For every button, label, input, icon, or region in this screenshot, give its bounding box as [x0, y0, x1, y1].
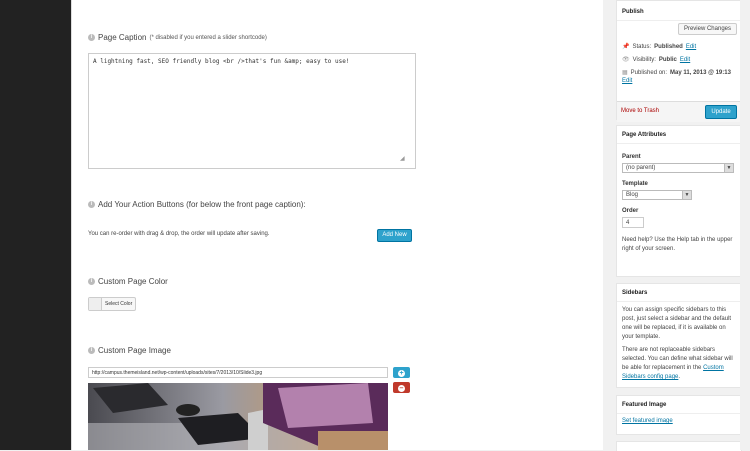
- page-attributes-title: Page Attributes: [617, 126, 741, 144]
- action-buttons-section-title: i Add Your Action Buttons (for below the…: [88, 200, 306, 209]
- add-new-button[interactable]: Add New: [377, 229, 412, 242]
- status-value: Published: [654, 43, 683, 50]
- published-label: Published on:: [630, 69, 668, 76]
- parent-label: Parent: [622, 154, 641, 160]
- set-featured-image-link[interactable]: Set featured image: [622, 418, 673, 424]
- image-section-title: i Custom Page Image: [88, 346, 171, 355]
- resize-grip-icon[interactable]: ◢: [400, 155, 405, 162]
- template-value: Blog: [626, 192, 639, 198]
- info-icon[interactable]: i: [88, 278, 95, 285]
- page-attributes-box: Page Attributes Parent (no parent) ▼ Tem…: [616, 125, 742, 277]
- sidebars-title: Sidebars: [617, 284, 741, 302]
- sidebars-note: There are not replaceable sidebars selec…: [622, 346, 736, 382]
- featured-image-box: Featured Image Set featured image: [616, 395, 742, 435]
- image-title: Custom Page Image: [98, 346, 171, 355]
- select-color-button[interactable]: Select Color: [88, 297, 136, 311]
- action-buttons-hint: You can re-order with drag & drop, the o…: [88, 231, 270, 237]
- update-button[interactable]: Update: [705, 105, 737, 119]
- publish-footer: Move to Trash Update: [617, 101, 741, 122]
- move-to-trash-link[interactable]: Move to Trash: [621, 108, 659, 114]
- published-edit-link[interactable]: Edit: [622, 78, 736, 84]
- status-edit-link[interactable]: Edit: [686, 44, 696, 50]
- caption-textarea[interactable]: [88, 53, 416, 169]
- image-preview: [88, 383, 388, 450]
- visibility-edit-link[interactable]: Edit: [680, 57, 690, 63]
- publish-title: Publish: [617, 1, 741, 21]
- minus-icon: –: [398, 385, 405, 392]
- info-icon[interactable]: i: [88, 34, 95, 41]
- visibility-value: Public: [658, 56, 677, 63]
- admin-sidebar: [0, 0, 71, 450]
- caption-title: Page Caption: [98, 33, 147, 42]
- order-input[interactable]: 4: [622, 217, 644, 228]
- eye-icon: 👁: [622, 57, 630, 63]
- chevron-down-icon: ▼: [724, 164, 733, 172]
- parent-value: (no parent): [626, 165, 656, 171]
- sidebars-note-end: .: [678, 374, 681, 380]
- action-buttons-title: Add Your Action Buttons (for below the f…: [98, 200, 306, 209]
- pin-icon: 📌: [622, 44, 630, 50]
- featured-image-title: Featured Image: [617, 396, 741, 414]
- color-swatch: [89, 298, 102, 310]
- parent-select[interactable]: (no parent) ▼: [622, 163, 734, 173]
- remove-image-button[interactable]: –: [393, 382, 410, 393]
- chevron-down-icon: ▼: [682, 191, 691, 199]
- calendar-icon: ▦: [622, 70, 628, 76]
- visibility-label: Visibility:: [632, 56, 656, 63]
- template-label: Template: [622, 181, 648, 187]
- info-icon[interactable]: i: [88, 347, 95, 354]
- preview-changes-button[interactable]: Preview Changes: [677, 23, 737, 35]
- info-icon[interactable]: i: [88, 201, 95, 208]
- status-label: Status:: [632, 43, 652, 50]
- template-select[interactable]: Blog ▼: [622, 190, 692, 200]
- color-section-title: i Custom Page Color: [88, 277, 168, 286]
- publish-box: Publish Preview Changes 📌 Status: Publis…: [616, 0, 742, 122]
- color-title: Custom Page Color: [98, 277, 168, 286]
- add-image-button[interactable]: +: [393, 367, 410, 378]
- select-color-label: Select Color: [105, 301, 133, 307]
- published-value: May 11, 2013 @ 19:13: [670, 69, 731, 76]
- sidebars-description: You can assign specific sidebars to this…: [622, 307, 732, 340]
- plus-icon: +: [398, 370, 405, 377]
- sidebars-box: Sidebars You can assign specific sidebar…: [616, 283, 742, 388]
- attributes-help: Need help? Use the Help tab in the upper…: [622, 237, 733, 252]
- scrollbar[interactable]: [740, 0, 750, 450]
- image-url-input[interactable]: http://campus.themeisland.net/wp-content…: [88, 367, 388, 378]
- order-label: Order: [622, 208, 639, 214]
- caption-section-title: i Page Caption (* disabled if you entere…: [88, 33, 267, 42]
- caption-note: (* disabled if you entered a slider shor…: [149, 34, 267, 41]
